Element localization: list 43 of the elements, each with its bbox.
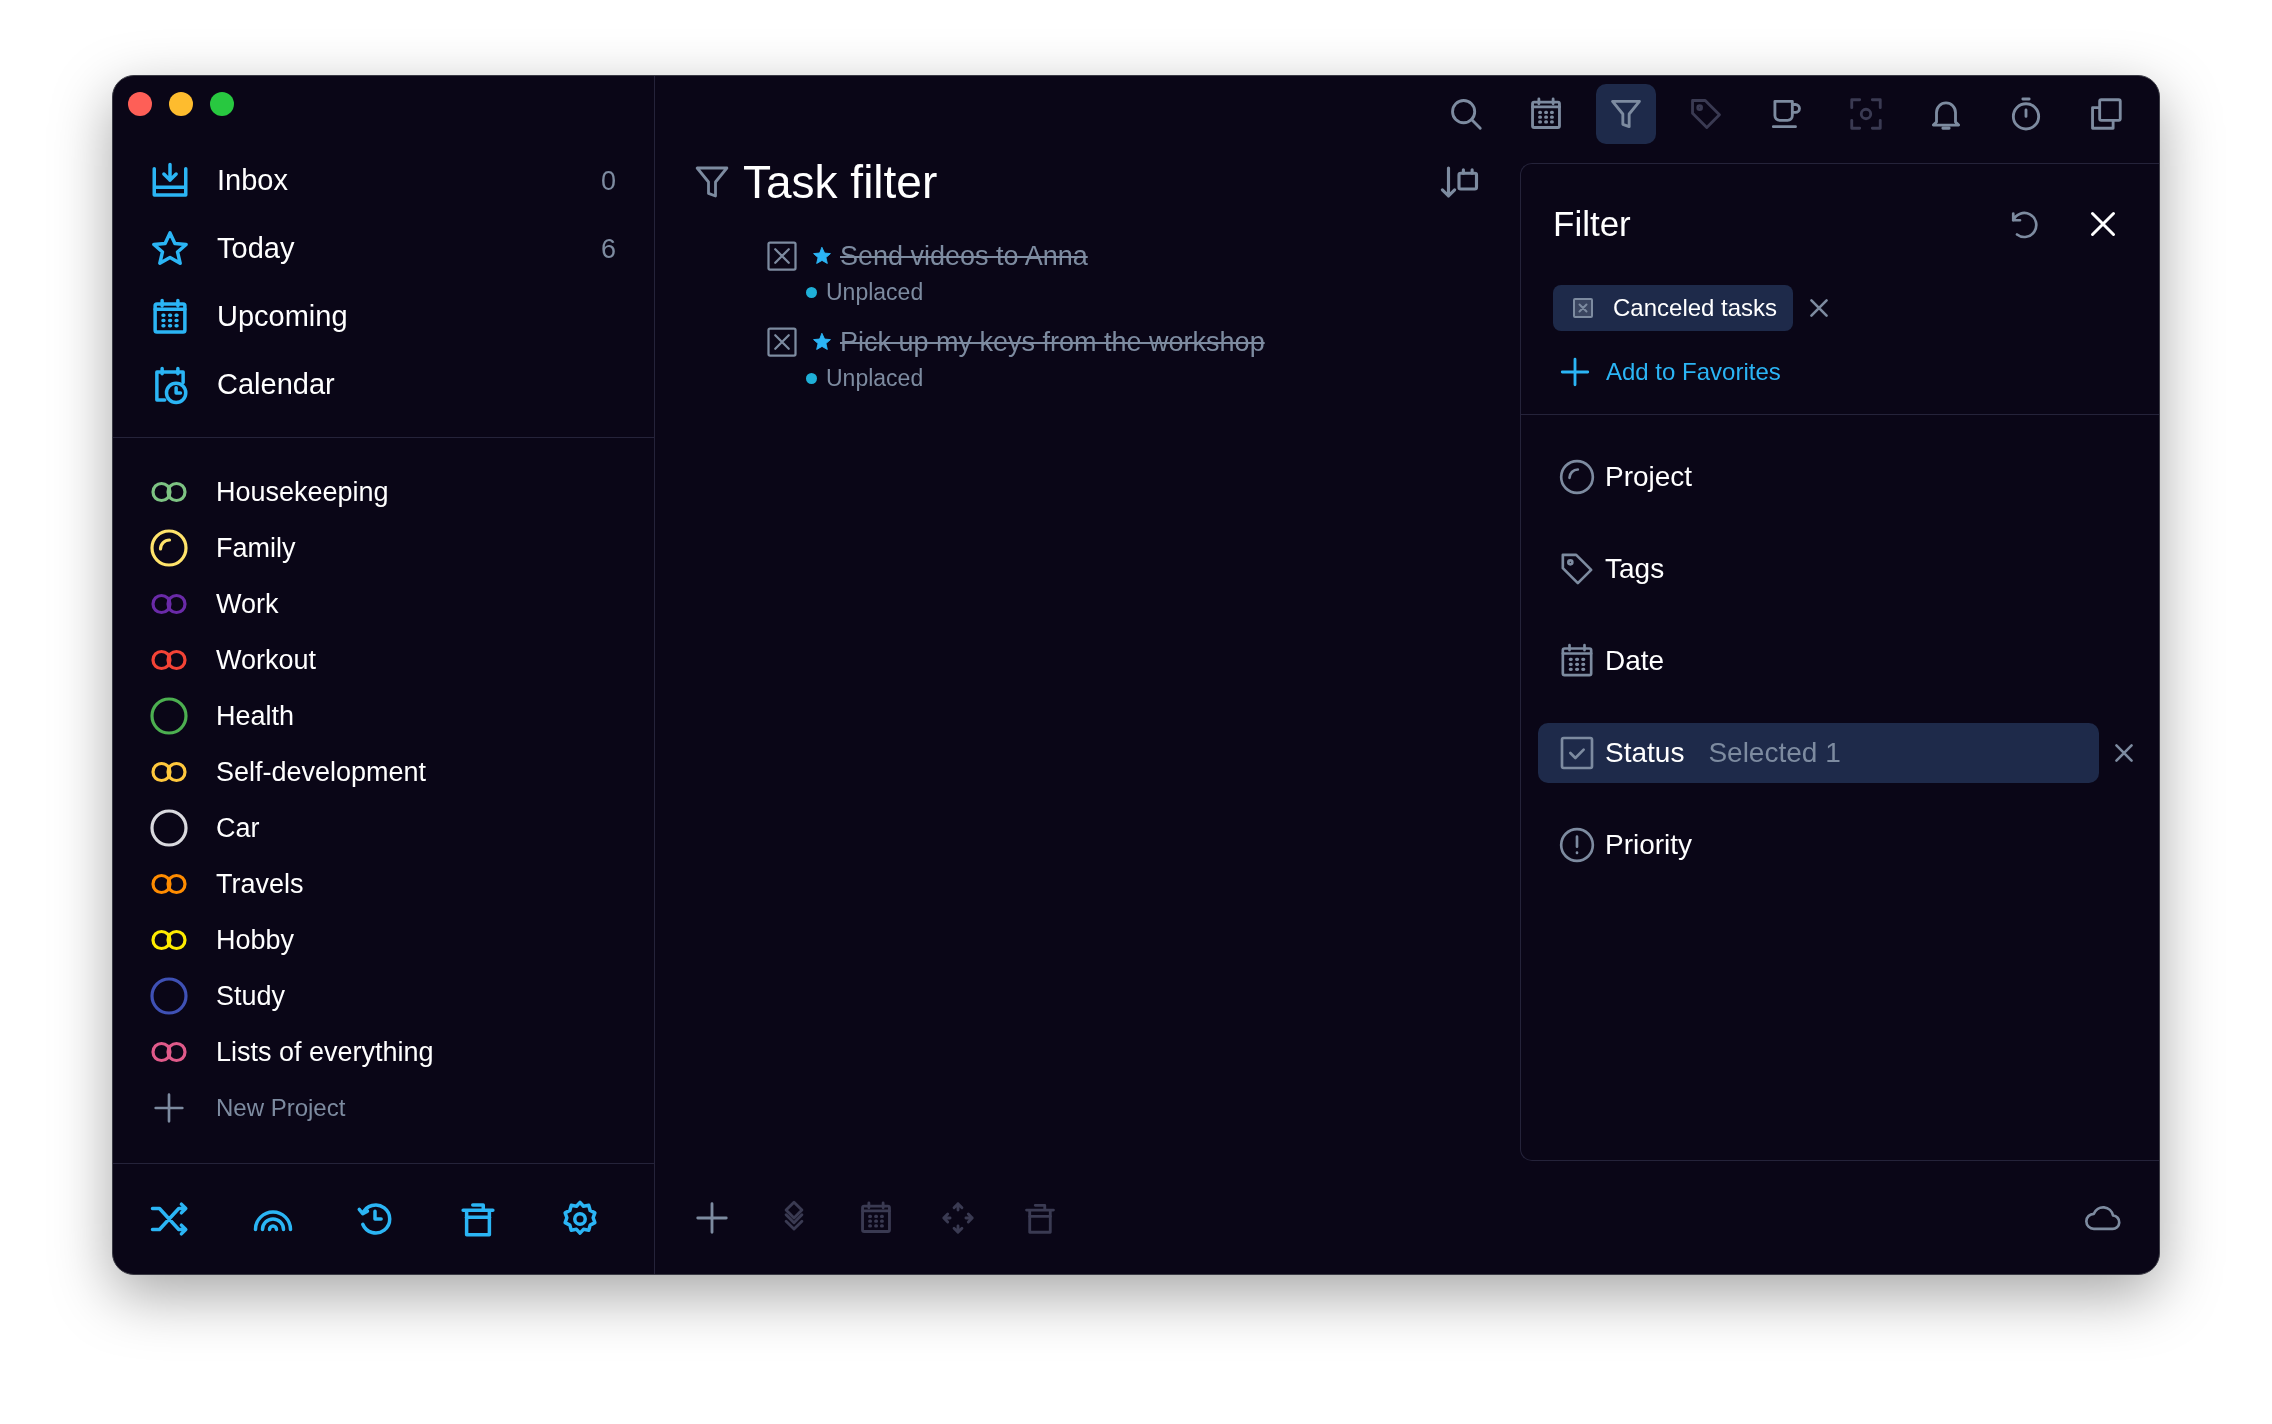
task-project: Unplaced: [826, 363, 924, 393]
zoom-button[interactable]: [210, 92, 234, 116]
close-button[interactable]: [128, 92, 152, 116]
project-item[interactable]: Lists of everything: [113, 1024, 654, 1080]
project-item[interactable]: Travels: [113, 856, 654, 912]
sidebar-item[interactable]: Calendar: [113, 351, 654, 419]
sidebar-item[interactable]: Upcoming: [113, 283, 654, 351]
filter-row[interactable]: Project: [1538, 447, 2099, 507]
project-item[interactable]: Housekeeping: [113, 464, 654, 520]
project-item[interactable]: Car: [113, 800, 654, 856]
task-project: Unplaced: [826, 277, 924, 307]
project-item[interactable]: Workout: [113, 632, 654, 688]
item-count: 0: [600, 164, 616, 198]
project-item[interactable]: Health: [113, 688, 654, 744]
priority-icon: [1557, 825, 1597, 865]
project-item[interactable]: Family: [113, 520, 654, 576]
item-count: 6: [600, 232, 616, 266]
x-box-icon: [1571, 296, 1595, 320]
checkbox[interactable]: [764, 324, 800, 360]
filter-row[interactable]: Date: [1538, 631, 2099, 691]
sidebar-item[interactable]: Inbox 0: [113, 147, 654, 215]
task-title: Send videos to Anna: [840, 239, 1088, 273]
new-project-button[interactable]: New Project: [113, 1080, 654, 1136]
project-item[interactable]: Study: [113, 968, 654, 1024]
page-title: Task filter: [743, 154, 939, 210]
task-title: Pick up my keys from the workshop: [840, 325, 1265, 359]
project-item[interactable]: Self-development: [113, 744, 654, 800]
sidebar-item[interactable]: Today 6: [113, 215, 654, 283]
minimize-button[interactable]: [169, 92, 193, 116]
filter-chip[interactable]: Canceled tasks: [1553, 285, 1794, 331]
panel-title: Filter: [1553, 202, 1632, 245]
row-value: Selected 1: [1708, 736, 1841, 770]
focus-icon: [1847, 95, 1885, 133]
plus-icon: [1558, 355, 1592, 389]
filter-row[interactable]: Status Selected 1: [1538, 723, 2099, 783]
project-icon: [1557, 457, 1597, 497]
filter-row[interactable]: Priority: [1538, 815, 2099, 875]
filter-row[interactable]: Tags: [1538, 539, 2099, 599]
project-item[interactable]: Work: [113, 576, 654, 632]
project-item[interactable]: Hobby: [113, 912, 654, 968]
filter-button[interactable]: [1596, 84, 1656, 144]
checkbox[interactable]: [764, 238, 800, 274]
add-favorites-link[interactable]: Add to Favorites: [1521, 347, 1781, 397]
